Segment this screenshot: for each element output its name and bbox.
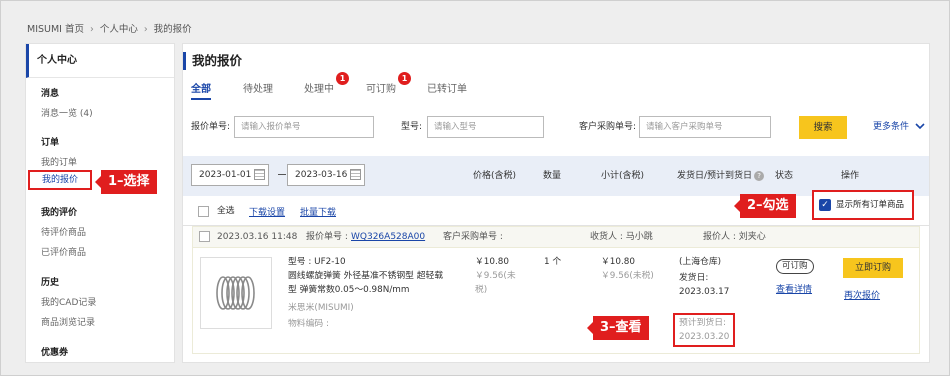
cust-po-input[interactable]: 请输入客户采购单号 <box>639 116 771 138</box>
quoter: 报价人 : 刘夹心 <box>703 232 766 242</box>
col-ship: 发货日/预计到货日? <box>677 156 765 196</box>
tab-orderable-badge: 1 <box>398 72 411 85</box>
tab-converted[interactable]: 已转订单 <box>427 80 467 95</box>
show-all-label: 显示所有订单商品 <box>836 200 905 210</box>
tab-processing[interactable]: 处理中 <box>304 80 334 95</box>
cust-po-label: 客户采购单号: <box>579 122 637 132</box>
cust-po-caption: 客户采购单号 : <box>443 232 503 242</box>
main-panel: 我的报价 全部 待处理 处理中 1 可订购 1 已转订单 报价单号: 请输入报价… <box>182 43 930 363</box>
breadcrumb-personal[interactable]: 个人中心 <box>100 24 138 35</box>
search-row: 报价单号: 请输入报价单号 型号: 请输入型号 客户采购单号: 请输入客户采购单… <box>191 116 926 140</box>
status-badge: 可订购 <box>776 259 814 274</box>
item-price-excl-1: ￥9.56(未 <box>475 271 516 281</box>
product-image[interactable] <box>200 257 272 329</box>
chevron-down-icon <box>915 123 925 130</box>
breadcrumb: MISUMI 首页 › 个人中心 › 我的报价 <box>27 21 192 35</box>
date-to-value: 2023-03-16 <box>295 170 348 180</box>
order-item-row: 型号 : UF2-10 圆线螺旋弹簧 外径基准不锈钢型 超轻载 型 弹簧常数0.… <box>192 248 920 354</box>
sidebar-item-done-reviews[interactable]: 已评价商品 <box>26 245 86 258</box>
select-all-checkbox[interactable] <box>198 206 209 217</box>
tab-all[interactable]: 全部 <box>191 80 211 100</box>
tab-processing-label: 处理中 <box>304 84 334 95</box>
item-price: ￥10.80 <box>475 257 509 267</box>
callout-step3: 3–查看 <box>587 316 649 340</box>
item-brand: 米思米(MISUMI) <box>288 303 354 313</box>
item-eta-label: 预计到货日: <box>679 318 726 328</box>
col-subtotal: 小计(含税) <box>601 171 645 181</box>
item-subtotal-excl: ￥9.56(未税) <box>601 271 654 281</box>
chevron-right-icon: › <box>143 24 148 35</box>
calendar-icon[interactable] <box>254 169 265 180</box>
tab-processing-badge: 1 <box>336 72 349 85</box>
item-material-code: 物料编码 : <box>288 319 329 329</box>
select-all-label: 全选 <box>217 206 235 216</box>
item-model[interactable]: 型号 : UF2-10 <box>288 256 346 269</box>
more-conditions-link[interactable]: 更多条件 <box>873 116 925 139</box>
search-button[interactable]: 搜索 <box>799 116 847 139</box>
sidebar-item-my-quotes[interactable]: 我的报价 <box>28 170 92 190</box>
download-settings-link[interactable]: 下载设置 <box>249 205 285 218</box>
batch-download-link[interactable]: 批量下载 <box>300 205 336 218</box>
order-header: 2023.03.16 11:48 报价单号 : WQ326A528A00 客户采… <box>192 226 920 248</box>
item-price-excl-2: 税) <box>475 285 488 295</box>
model-label: 型号: <box>401 122 423 132</box>
callout-step2: 2–勾选 <box>734 194 796 218</box>
sidebar-item-pending-reviews[interactable]: 待评价商品 <box>26 225 86 238</box>
item-desc-line2: 型 弹簧常数0.05～0.98N/mm <box>288 285 410 295</box>
quote-no-label: 报价单号: <box>191 122 231 132</box>
item-warehouse: (上海仓库) <box>679 257 722 267</box>
sidebar-group-orders: 订单 <box>41 138 60 148</box>
item-ship-date: 2023.03.17 <box>679 287 730 297</box>
breadcrumb-home[interactable]: MISUMI 首页 <box>27 24 84 35</box>
checkbox-icon[interactable]: ✓ <box>819 199 831 211</box>
col-qty: 数量 <box>543 171 562 181</box>
calendar-icon[interactable] <box>350 169 361 180</box>
eta-highlight: 预计到货日: 2023.03.20 <box>673 313 735 347</box>
sidebar-group-reviews: 我的评价 <box>41 208 78 218</box>
col-price: 价格(含税) <box>473 171 517 181</box>
date-from-value: 2023-01-01 <box>199 170 252 180</box>
view-details-link[interactable]: 查看详情 <box>776 282 812 295</box>
order-now-button[interactable]: 立即订购 <box>843 258 903 278</box>
sidebar-title: 个人中心 <box>26 44 174 78</box>
col-status: 状态 <box>775 171 794 181</box>
question-icon[interactable]: ? <box>754 170 765 181</box>
chevron-right-icon: › <box>90 24 94 35</box>
requote-link[interactable]: 再次报价 <box>844 288 880 301</box>
spring-icon <box>216 276 255 310</box>
quote-no-input[interactable]: 请输入报价单号 <box>234 116 374 138</box>
model-input[interactable]: 请输入型号 <box>427 116 544 138</box>
page-title: 我的报价 <box>183 52 242 70</box>
date-from-input[interactable]: 2023-01-01 <box>191 164 269 186</box>
tab-pending[interactable]: 待处理 <box>243 80 273 95</box>
show-all-items-toggle[interactable]: ✓ 显示所有订单商品 <box>812 190 914 220</box>
quote-no-link[interactable]: WQ326A528A00 <box>351 227 425 247</box>
order-checkbox[interactable] <box>199 231 210 242</box>
callout-step1: 1–选择 <box>95 170 157 194</box>
sidebar-group-messages: 消息 <box>41 89 60 99</box>
sidebar-item-browse-history[interactable]: 商品浏览记录 <box>26 315 95 328</box>
window-frame: MISUMI 首页 › 个人中心 › 我的报价 个人中心 消息 消息一览 (4) 订单 … <box>0 0 950 376</box>
sidebar-item-cad-history[interactable]: 我的CAD记录 <box>26 295 96 308</box>
breadcrumb-current: 我的报价 <box>153 24 192 35</box>
item-qty: 1 个 <box>544 257 562 267</box>
tab-orderable[interactable]: 可订购 <box>366 80 396 95</box>
quote-no-caption: 报价单号 : <box>306 232 348 242</box>
order-datetime: 2023.03.16 11:48 <box>217 232 298 242</box>
sidebar: 个人中心 消息 消息一览 (4) 订单 我的订单 我的报价 我的评价 待评价商品… <box>25 43 175 363</box>
sidebar-group-coupons: 优惠券 <box>41 348 69 358</box>
item-subtotal: ￥10.80 <box>601 257 635 267</box>
more-conditions-label: 更多条件 <box>873 122 910 132</box>
tab-orderable-label: 可订购 <box>366 84 396 95</box>
sidebar-group-history: 历史 <box>41 278 60 288</box>
sidebar-item-messages[interactable]: 消息一览 (4) <box>26 106 93 119</box>
receiver: 收货人 : 马小跳 <box>590 232 653 242</box>
col-ship-label: 发货日/预计到货日 <box>677 171 753 181</box>
date-range-separator <box>278 174 286 175</box>
date-to-input[interactable]: 2023-03-16 <box>287 164 365 186</box>
item-desc-line1: 圆线螺旋弹簧 外径基准不锈钢型 超轻载 <box>288 271 444 281</box>
item-eta-date: 2023.03.20 <box>679 332 730 342</box>
sidebar-item-my-orders[interactable]: 我的订单 <box>26 155 77 168</box>
item-ship-label: 发货日: <box>679 273 709 283</box>
